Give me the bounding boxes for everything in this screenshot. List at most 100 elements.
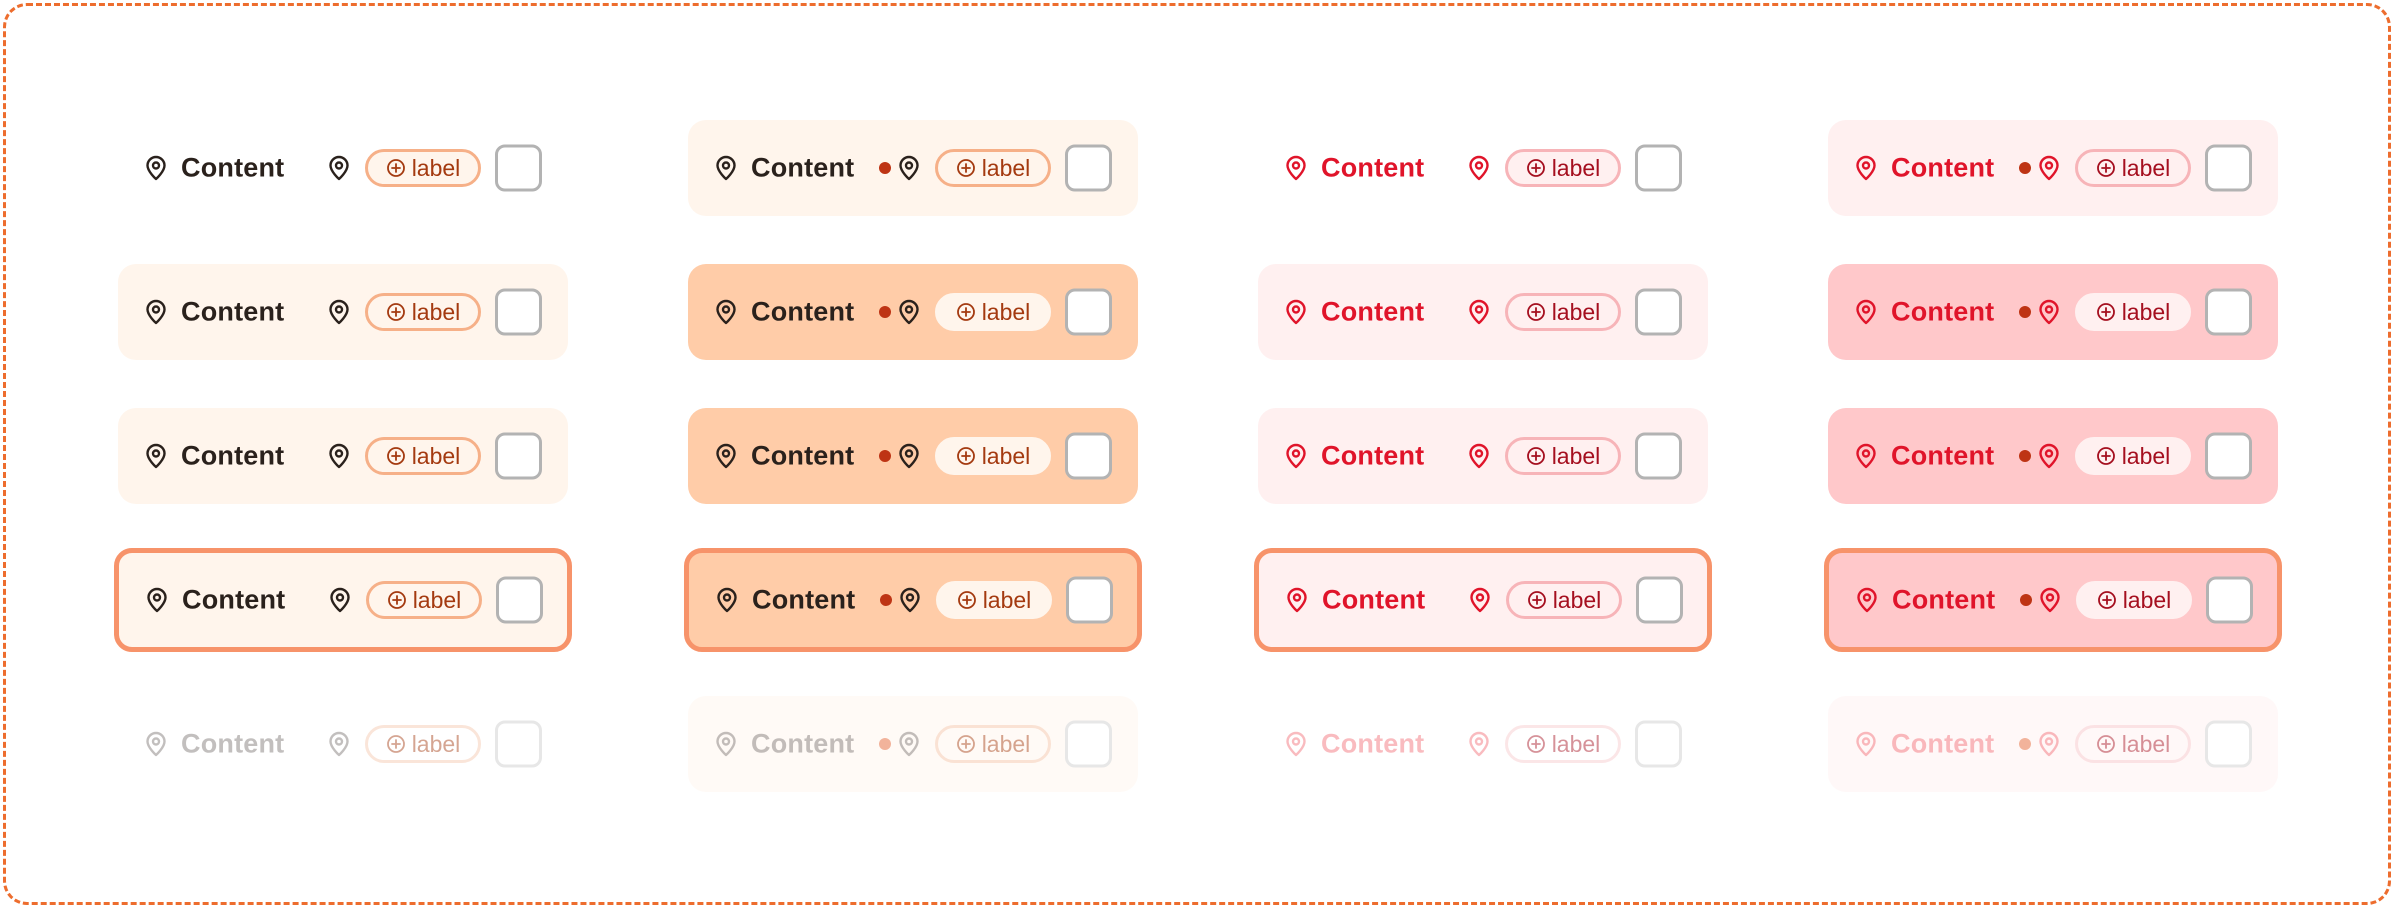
badge-label: label xyxy=(1552,586,1602,613)
checkbox[interactable] xyxy=(1065,288,1112,336)
label-badge[interactable]: label xyxy=(365,293,481,331)
label-badge[interactable]: label xyxy=(1505,437,1621,475)
list-item-red-default[interactable]: Content label xyxy=(1258,120,1708,216)
checkbox[interactable] xyxy=(1066,576,1113,624)
map-pin-icon xyxy=(1468,587,1492,613)
label-badge[interactable]: label xyxy=(2075,149,2191,187)
list-item-orange-active[interactable]: Content label xyxy=(118,408,568,504)
label-badge[interactable]: label xyxy=(936,581,1052,619)
checkbox[interactable] xyxy=(1065,432,1112,480)
checkbox[interactable] xyxy=(495,144,542,192)
map-pin-icon xyxy=(144,443,168,469)
dot-indicator xyxy=(879,738,891,750)
map-pin-icon xyxy=(327,155,351,181)
plus-circle-icon xyxy=(956,302,976,322)
list-item-red-active[interactable]: Content label xyxy=(1258,408,1708,504)
list-item-red-hover[interactable]: Content label xyxy=(1258,264,1708,360)
plus-circle-icon xyxy=(956,158,976,178)
map-pin-icon xyxy=(2037,299,2061,325)
checkbox xyxy=(1635,720,1682,768)
map-pin-icon xyxy=(897,731,921,757)
plus-circle-icon xyxy=(2096,446,2116,466)
badge-label: label xyxy=(1551,298,1601,325)
item-content-text: Content xyxy=(1321,296,1425,327)
dot-indicator xyxy=(2020,594,2032,606)
label-badge[interactable]: label xyxy=(2075,293,2191,331)
map-pin-icon xyxy=(897,155,921,181)
label-badge: label xyxy=(1505,725,1621,763)
list-item-orange-selected[interactable]: Content label xyxy=(114,548,572,652)
list-item-orange-dot-hover[interactable]: Content label xyxy=(688,264,1138,360)
list-item-red-dot-default[interactable]: Content label xyxy=(1828,120,2278,216)
badge-label: label xyxy=(981,442,1031,469)
plus-circle-icon xyxy=(957,590,977,610)
plus-circle-icon xyxy=(2096,302,2116,322)
plus-circle-icon xyxy=(956,446,976,466)
map-pin-icon xyxy=(1284,155,1308,181)
map-pin-icon xyxy=(1467,299,1491,325)
list-item-red-dot-selected[interactable]: Content label xyxy=(1824,548,2282,652)
map-pin-icon xyxy=(1284,731,1308,757)
map-pin-icon xyxy=(2037,155,2061,181)
checkbox[interactable] xyxy=(1065,144,1112,192)
label-badge[interactable]: label xyxy=(2075,437,2191,475)
checkbox[interactable] xyxy=(495,288,542,336)
badge-label: label xyxy=(2121,298,2171,325)
item-content-text: Content xyxy=(182,584,286,615)
dot-indicator xyxy=(2019,162,2031,174)
list-item-orange-dot-active[interactable]: Content label xyxy=(688,408,1138,504)
checkbox[interactable] xyxy=(1635,144,1682,192)
checkbox[interactable] xyxy=(1635,288,1682,336)
label-badge[interactable]: label xyxy=(1506,581,1622,619)
list-item-orange-disabled: Content label xyxy=(118,696,568,792)
badge-label: label xyxy=(981,298,1031,325)
map-pin-icon xyxy=(327,299,351,325)
badge-label: label xyxy=(411,154,461,181)
checkbox[interactable] xyxy=(1636,576,1683,624)
checkbox[interactable] xyxy=(2205,144,2252,192)
list-item-red-selected[interactable]: Content label xyxy=(1254,548,1712,652)
item-content-text: Content xyxy=(1892,584,1996,615)
plus-circle-icon xyxy=(1526,158,1546,178)
label-badge[interactable]: label xyxy=(365,437,481,475)
badge-label: label xyxy=(981,730,1031,757)
list-item-orange-dot-default[interactable]: Content label xyxy=(688,120,1138,216)
list-item-red-dot-active[interactable]: Content label xyxy=(1828,408,2278,504)
list-item-orange-dot-selected[interactable]: Content label xyxy=(684,548,1142,652)
item-content-text: Content xyxy=(751,440,855,471)
badge-label: label xyxy=(2122,586,2172,613)
item-content-text: Content xyxy=(1891,152,1995,183)
item-content-text: Content xyxy=(751,728,855,759)
map-pin-icon xyxy=(714,443,738,469)
checkbox[interactable] xyxy=(2205,288,2252,336)
list-item-red-dot-hover[interactable]: Content label xyxy=(1828,264,2278,360)
label-badge[interactable]: label xyxy=(935,149,1051,187)
checkbox[interactable] xyxy=(495,432,542,480)
label-badge: label xyxy=(2075,725,2191,763)
badge-label: label xyxy=(2121,154,2171,181)
list-item-orange-hover[interactable]: Content label xyxy=(118,264,568,360)
checkbox[interactable] xyxy=(1635,432,1682,480)
label-badge[interactable]: label xyxy=(2076,581,2192,619)
checkbox[interactable] xyxy=(496,576,543,624)
map-pin-icon xyxy=(1855,587,1879,613)
plus-circle-icon xyxy=(387,590,407,610)
plus-circle-icon xyxy=(1526,302,1546,322)
map-pin-icon xyxy=(2037,731,2061,757)
dot-indicator xyxy=(2019,738,2031,750)
badge-label: label xyxy=(982,586,1032,613)
plus-circle-icon xyxy=(1526,734,1546,754)
label-badge[interactable]: label xyxy=(1505,293,1621,331)
item-content-text: Content xyxy=(181,728,285,759)
label-badge[interactable]: label xyxy=(365,149,481,187)
label-badge[interactable]: label xyxy=(935,437,1051,475)
map-pin-icon xyxy=(1854,155,1878,181)
label-badge[interactable]: label xyxy=(366,581,482,619)
list-item-orange-default[interactable]: Content label xyxy=(118,120,568,216)
label-badge[interactable]: label xyxy=(935,293,1051,331)
checkbox[interactable] xyxy=(2206,576,2253,624)
checkbox[interactable] xyxy=(2205,432,2252,480)
plus-circle-icon xyxy=(2096,158,2116,178)
label-badge[interactable]: label xyxy=(1505,149,1621,187)
list-item-red-dot-disabled: Content label xyxy=(1828,696,2278,792)
